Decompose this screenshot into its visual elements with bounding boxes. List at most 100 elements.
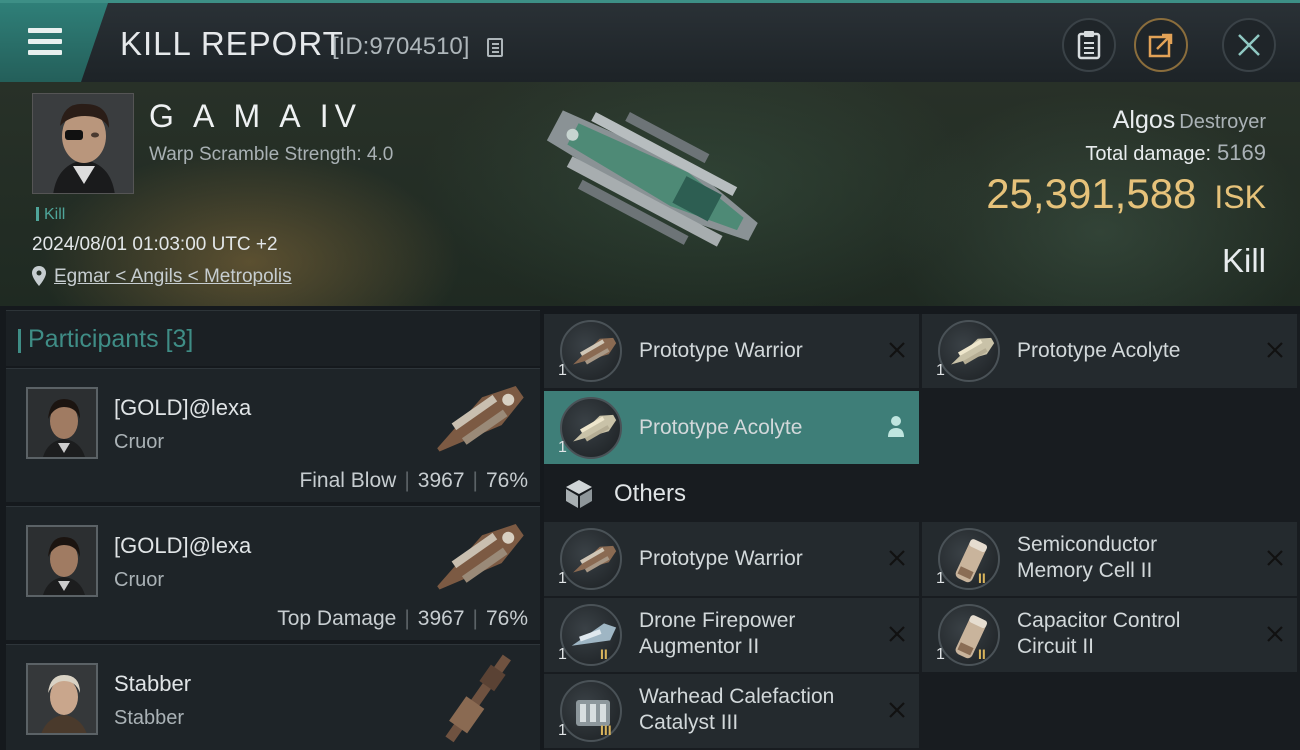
participant-percent: 76% (485, 607, 528, 630)
total-damage-label: Total damage: (1085, 143, 1212, 165)
participant-role: Top Damage (277, 607, 397, 630)
item-row[interactable]: 1 Prototype Warrior (544, 522, 919, 596)
close-icon[interactable] (887, 700, 907, 720)
participant-ship: Stabber (114, 707, 185, 729)
user-icon[interactable] (887, 415, 905, 437)
participant-ship: Cruor (114, 431, 165, 453)
kill-result: Kill (1221, 242, 1266, 279)
participant-avatar[interactable] (26, 663, 98, 735)
item-meta-level: II (978, 646, 986, 662)
isk-amount: 25,391,588 (986, 170, 1197, 217)
item-row[interactable]: 1 II Capacitor Control Circuit II (922, 598, 1297, 672)
item-quantity: 1 (558, 362, 567, 379)
item-name: Drone Firepower Augmentor II (639, 609, 796, 658)
close-icon[interactable] (887, 548, 907, 568)
participant-card[interactable]: Stabber Stabber (6, 644, 540, 750)
item-name: Prototype Warrior (639, 339, 803, 362)
kill-tag: Kill (36, 206, 65, 224)
item-row[interactable]: 1 III Warhead Calefaction Catalyst III (544, 674, 919, 748)
pilot-portrait-icon (33, 94, 133, 193)
close-icon[interactable] (1265, 624, 1285, 644)
close-icon[interactable] (1265, 340, 1285, 360)
participant-stats: Top Damage | 3967 | 76% (277, 607, 528, 630)
participant-role: Final Blow (299, 469, 397, 492)
item-meta-level: II (600, 646, 608, 662)
victim-panel: G A M A IV Warp Scramble Strength: 4.0 K… (0, 82, 1300, 306)
location-link[interactable]: Egmar < Angils < Metropolis (54, 266, 292, 288)
close-icon[interactable] (887, 340, 907, 360)
item-meta-level: III (600, 722, 612, 738)
item-name: Capacitor Control Circuit II (1017, 609, 1181, 658)
item-name: Prototype Acolyte (639, 416, 803, 439)
item-row[interactable]: 1 II Semiconductor Memory Cell II (922, 522, 1297, 596)
participant-ship: Cruor (114, 569, 165, 591)
isk-value: 25,391,588 ISK (986, 170, 1266, 218)
pilot-portrait-icon (28, 527, 96, 595)
participants-title: Participants [3] (17, 325, 194, 353)
share-button[interactable] (1134, 18, 1188, 72)
item-row[interactable]: 1 Prototype Acolyte (922, 314, 1297, 388)
item-quantity: 1 (936, 570, 945, 587)
module-cylinder-icon (938, 604, 1000, 666)
module-cylinder-icon (938, 528, 1000, 590)
participant-name: [GOLD]@lexa (114, 533, 252, 558)
participant-ship-icon (437, 385, 524, 452)
item-name: Prototype Warrior (639, 547, 803, 570)
victim-ship-icon (546, 110, 758, 247)
clipboard-icon (1077, 31, 1101, 60)
drone-acolyte-icon (938, 320, 1000, 382)
page-title: KILL REPORT (120, 25, 344, 62)
warp-scramble-strength: Warp Scramble Strength: 4.0 (149, 144, 394, 165)
close-icon[interactable] (1265, 548, 1285, 568)
dropped-items-panel: 1 Prototype Warrior 1 Prototype Acolyte … (544, 314, 1300, 750)
victim-portrait[interactable] (32, 93, 134, 194)
item-quantity: 1 (558, 722, 567, 739)
pilot-portrait-icon (28, 665, 96, 733)
participant-ship-icon (445, 654, 511, 743)
ship-class: Destroyer (1179, 111, 1266, 133)
copy-icon[interactable] (487, 38, 503, 57)
clipboard-button[interactable] (1062, 18, 1116, 72)
item-meta-level: II (978, 570, 986, 586)
others-label: Others (614, 480, 687, 507)
participant-avatar[interactable] (26, 387, 98, 459)
pilot-portrait-icon (28, 389, 96, 457)
participant-card[interactable]: [GOLD]@lexa Cruor Top Damage | 3967 | 76% (6, 506, 540, 640)
ship-name: Algos (1112, 106, 1176, 134)
participant-ship-icon (437, 523, 524, 590)
module-augmentor-icon (560, 604, 622, 666)
module-catalyst-icon (560, 680, 622, 742)
close-button[interactable] (1222, 18, 1276, 72)
kill-datetime: 2024/08/01 01:03:00 UTC +2 (32, 234, 278, 255)
cube-icon (566, 480, 592, 508)
item-quantity: 1 (558, 646, 567, 663)
report-id: [ID:9704510] (332, 33, 470, 60)
participant-name: [GOLD]@lexa (114, 395, 252, 420)
item-name: Semiconductor Memory Cell II (1017, 533, 1158, 582)
participant-name: Stabber (114, 671, 192, 696)
close-icon[interactable] (887, 624, 907, 644)
share-icon (1148, 33, 1173, 58)
participant-card[interactable]: [GOLD]@lexa Cruor Final Blow | 3967 | 76% (6, 368, 540, 502)
item-quantity: 1 (936, 646, 945, 663)
drone-acolyte-icon (560, 397, 622, 459)
menu-button[interactable] (0, 3, 108, 82)
participants-header: Participants [3] (6, 310, 540, 366)
item-name: Warhead Calefaction Catalyst III (639, 685, 835, 734)
participant-damage: 3967 (417, 607, 465, 630)
item-row[interactable]: 1 Prototype Warrior (544, 314, 919, 388)
total-damage: Total damage: 5169 (1085, 140, 1266, 166)
item-quantity: 1 (936, 362, 945, 379)
participant-stats: Final Blow | 3967 | 76% (299, 469, 528, 492)
item-row[interactable]: 1 II Drone Firepower Augmentor II (544, 598, 919, 672)
item-name: Prototype Acolyte (1017, 339, 1181, 362)
item-quantity: 1 (558, 570, 567, 587)
participants-panel: Participants [3] [GOLD]@lexa Cruor Final… (6, 310, 540, 750)
drone-warrior-icon (560, 528, 622, 590)
item-row-selected[interactable]: 1 Prototype Acolyte (544, 391, 919, 465)
header-bar: KILL REPORT [ID:9704510] (0, 0, 1300, 82)
item-quantity: 1 (558, 439, 567, 456)
close-icon (1238, 34, 1260, 56)
participant-avatar[interactable] (26, 525, 98, 597)
drone-warrior-icon (560, 320, 622, 382)
